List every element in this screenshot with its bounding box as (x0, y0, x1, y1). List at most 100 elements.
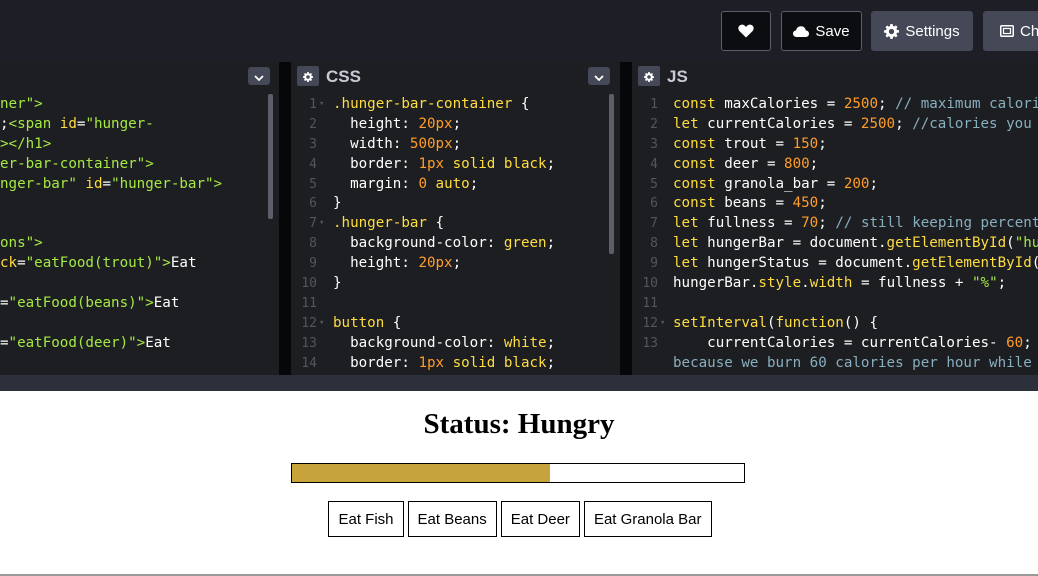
settings-button[interactable]: Settings (871, 11, 973, 51)
code-token: 20px (418, 115, 453, 132)
line-number: 1 (650, 97, 658, 112)
code-line-text: ons"> (0, 234, 43, 254)
code-line: 3 const trout = 150; (632, 135, 1038, 155)
code-token: id (85, 175, 103, 192)
code-line: 13 background-color: white; (291, 334, 620, 354)
css-settings-button[interactable] (297, 66, 319, 86)
top-toolbar: Save Settings Cha (0, 0, 1038, 62)
gear-icon (303, 67, 313, 86)
code-line-text: ="eatFood(deer)">Eat (0, 334, 171, 354)
code-line-text: background-color: green; (333, 234, 555, 254)
code-token: 2500 (843, 96, 879, 112)
code-line-text: const granola_bar = 200; (673, 175, 878, 195)
code-token: getElementById (912, 255, 1032, 272)
code-token: fullness = (707, 215, 802, 232)
code-token: ( (1032, 255, 1038, 271)
gear-icon (644, 67, 654, 86)
code-line: 12 ▾ setInterval(function() { (632, 314, 1038, 334)
code-line: 13 currentCalories = currentCalories- 60… (632, 334, 1038, 354)
line-number: 12 (301, 315, 317, 331)
code-token: = fullness + (852, 275, 972, 292)
line-number: 6 (650, 196, 658, 212)
code-line-text: ="eatFood(beans)">Eat (0, 294, 179, 314)
code-token: } (333, 195, 342, 212)
css-collapse-button[interactable] (588, 67, 610, 85)
save-button[interactable]: Save (781, 11, 862, 51)
css-editor-title: CSS (326, 67, 361, 86)
line-number: 13 (301, 335, 317, 351)
fold-arrow-icon[interactable]: ▾ (319, 95, 324, 115)
code-token: ( (1006, 235, 1015, 252)
eat-button[interactable]: Eat Granola Bar (583, 501, 712, 537)
js-editor-title: JS (667, 67, 688, 86)
code-token: "hunger-bar"> (111, 175, 223, 192)
code-token: nger-bar" (0, 175, 86, 192)
line-number: 9 (309, 256, 317, 272)
code-line-text: width: 500px; (333, 135, 461, 155)
eat-button[interactable]: Eat Deer (500, 501, 580, 537)
js-code-area[interactable]: 1 const maxCalories = 2500; // maximum ca… (632, 92, 1038, 375)
js-settings-button[interactable] (638, 66, 660, 86)
code-token: "eatFood(trout)"> (25, 255, 171, 272)
fold-arrow-icon[interactable]: ▾ (660, 314, 665, 334)
eat-button[interactable]: Eat Fish (328, 501, 404, 537)
html-code-area[interactable]: ner"> ;<span id="hunger- ></h1> er-bar-cont… (0, 92, 279, 375)
code-token: "eatFood(beans)"> (8, 294, 154, 311)
hunger-status-heading: Status: Hungry (423, 408, 615, 440)
css-editor-header: CSS (291, 62, 620, 92)
code-token: "hung (1014, 235, 1038, 252)
code-token: beans = (724, 195, 793, 212)
code-line-text: ;<span id="hunger- (0, 115, 154, 135)
code-token: } (333, 275, 342, 292)
line-number: 9 (650, 256, 658, 272)
code-token: Eat (170, 255, 197, 272)
code-token: ; (818, 215, 836, 232)
chevron-down-icon (254, 67, 264, 86)
code-token: ck (0, 255, 18, 272)
code-line: ck="eatFood(trout)">Eat (0, 254, 279, 274)
code-token: 800 (784, 155, 810, 172)
code-token: = (0, 334, 9, 351)
html-scrollbar[interactable] (268, 94, 273, 219)
code-token: maxCalories = (724, 96, 844, 112)
code-line-text: let hungerBar = document.getElementById(… (673, 234, 1038, 254)
code-token: button (333, 314, 385, 331)
code-line: 4 const deer = 800; (632, 155, 1038, 175)
code-token: ; (818, 195, 827, 212)
css-scrollbar[interactable] (609, 94, 614, 254)
line-number: 8 (309, 236, 317, 252)
code-token: ; (452, 255, 462, 272)
heart-button[interactable] (721, 11, 771, 51)
code-line-text: background-color: white; (333, 334, 555, 354)
fold-arrow-icon[interactable]: ▾ (319, 314, 324, 334)
code-line: ;<span id="hunger- (0, 115, 279, 135)
css-code-area[interactable]: 1 ▾ .hunger-bar-container {2 height: 20px;… (291, 92, 620, 375)
css-editor-pane: CSS 1 ▾ .hunger-bar-container {2 height: 2… (291, 62, 620, 375)
code-token: : (392, 135, 410, 152)
line-number: 6 (309, 196, 317, 212)
change-view-button[interactable]: Cha (983, 11, 1038, 51)
code-line-text: } (333, 274, 342, 294)
code-token: getElementById (886, 235, 1007, 252)
code-line-text: const trout = 150; (673, 135, 827, 155)
code-token: 0 (418, 175, 427, 192)
eat-button[interactable]: Eat Beans (407, 501, 497, 537)
line-number: 7 (650, 216, 658, 232)
code-token: hungerStatus = document. (707, 255, 913, 272)
fold-arrow-icon[interactable]: ▾ (319, 214, 324, 234)
html-collapse-button[interactable] (248, 67, 270, 85)
code-line-text: setInterval(function() { (673, 314, 878, 334)
resize-handle[interactable] (0, 375, 1038, 391)
code-line: 6} (291, 194, 620, 214)
code-token: 500px (409, 135, 453, 152)
code-token: // still keeping percentag (835, 215, 1038, 232)
